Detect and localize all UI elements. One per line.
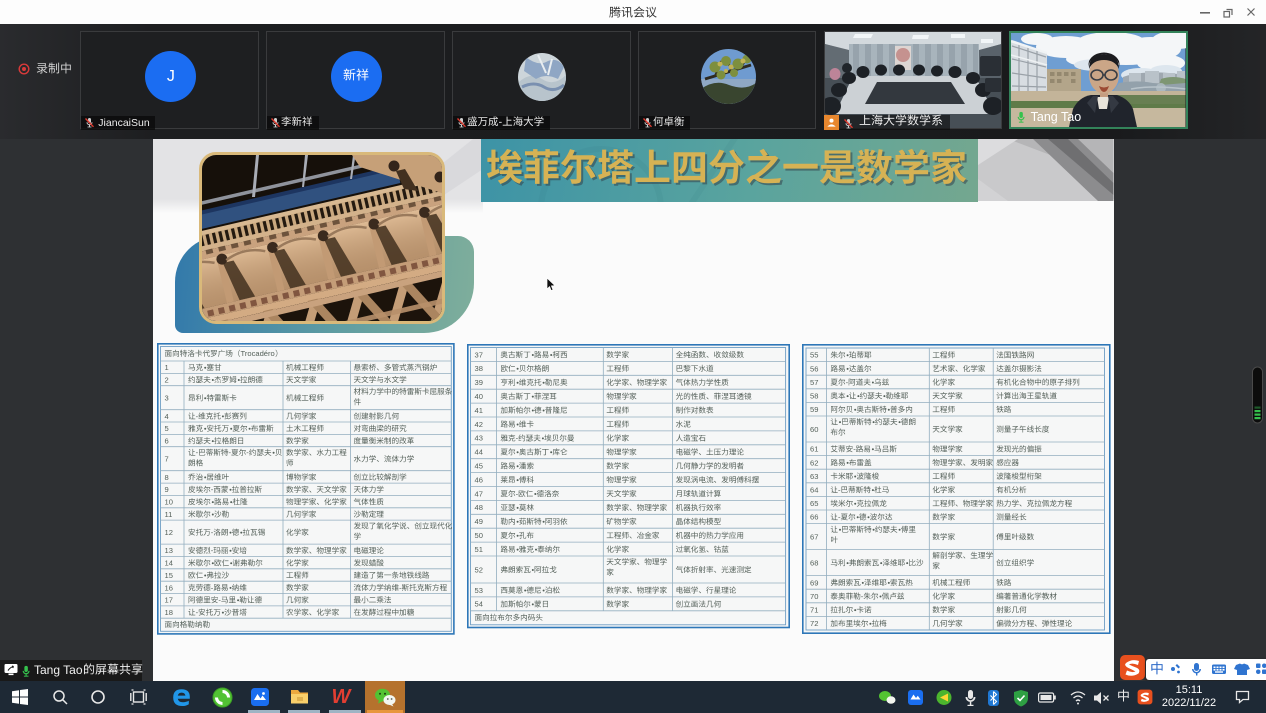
svg-text:71: 71: [810, 605, 818, 614]
svg-text:64: 64: [810, 485, 818, 494]
svg-text:1: 1: [165, 363, 169, 372]
svg-text:6: 6: [165, 436, 169, 445]
svg-text:61: 61: [810, 445, 818, 454]
svg-text:42: 42: [475, 420, 483, 429]
svg-text:72: 72: [810, 619, 818, 628]
svg-text:46: 46: [475, 475, 483, 484]
svg-text:70: 70: [810, 592, 818, 601]
svg-text:45: 45: [475, 461, 483, 470]
svg-text:44: 44: [475, 448, 483, 457]
svg-text:3: 3: [165, 393, 169, 402]
svg-text:54: 54: [475, 600, 483, 609]
svg-text:53: 53: [475, 586, 483, 595]
svg-text:10: 10: [165, 497, 173, 506]
svg-text:49: 49: [475, 517, 483, 526]
svg-text:37: 37: [475, 350, 483, 359]
svg-text:63: 63: [810, 472, 818, 481]
svg-text:52: 52: [475, 565, 483, 574]
svg-text:11: 11: [165, 509, 173, 518]
svg-text:69: 69: [810, 578, 818, 587]
svg-text:67: 67: [810, 532, 818, 541]
svg-text:17: 17: [165, 595, 173, 604]
svg-text:5: 5: [165, 424, 169, 433]
svg-text:16: 16: [165, 583, 173, 592]
svg-text:38: 38: [475, 364, 483, 373]
svg-text:2: 2: [165, 375, 169, 384]
svg-text:62: 62: [810, 458, 818, 467]
svg-text:8: 8: [165, 472, 169, 481]
svg-text:51: 51: [475, 545, 483, 554]
svg-text:58: 58: [810, 392, 818, 401]
svg-text:7: 7: [165, 454, 169, 463]
svg-text:48: 48: [475, 503, 483, 512]
svg-text:47: 47: [475, 489, 483, 498]
svg-text:60: 60: [810, 425, 818, 434]
svg-text:15: 15: [165, 570, 173, 579]
svg-text:4: 4: [165, 411, 169, 420]
svg-text:59: 59: [810, 405, 818, 414]
svg-text:Trocadéro: Trocadéro: [241, 349, 275, 358]
svg-text:65: 65: [810, 499, 818, 508]
svg-text:41: 41: [475, 406, 483, 415]
svg-text:43: 43: [475, 434, 483, 443]
svg-text:12: 12: [165, 527, 173, 536]
svg-text:66: 66: [810, 513, 818, 522]
svg-text:9: 9: [165, 485, 169, 494]
svg-text:13: 13: [165, 546, 173, 555]
svg-text:68: 68: [810, 558, 818, 567]
svg-text:39: 39: [475, 378, 483, 387]
svg-text:14: 14: [165, 558, 173, 567]
svg-text:18: 18: [165, 607, 173, 616]
svg-text:50: 50: [475, 531, 483, 540]
svg-text:57: 57: [810, 378, 818, 387]
svg-text:56: 56: [810, 364, 818, 373]
svg-text:55: 55: [810, 351, 818, 360]
svg-text:40: 40: [475, 392, 483, 401]
